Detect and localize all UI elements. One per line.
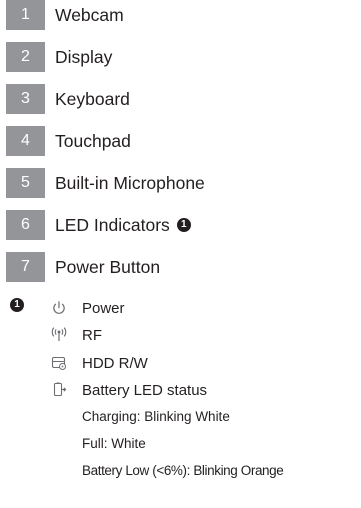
number-badge: 4 bbox=[6, 126, 45, 156]
number-badge: 1 bbox=[6, 0, 45, 30]
indicator-battery: Battery LED status bbox=[50, 380, 207, 400]
indicator-label: HDD R/W bbox=[82, 354, 148, 372]
legend-item-webcam: 1 Webcam bbox=[6, 0, 356, 30]
legend-item-power-button: 7 Power Button bbox=[6, 252, 356, 282]
indicator-label: RF bbox=[82, 326, 102, 344]
legend-item-touchpad: 4 Touchpad bbox=[6, 126, 356, 156]
battery-icon bbox=[50, 381, 68, 399]
legend-label: Power Button bbox=[55, 256, 161, 277]
legend-label: Built-in Microphone bbox=[55, 172, 205, 193]
number-badge: 5 bbox=[6, 168, 45, 198]
legend-label: Keyboard bbox=[55, 88, 130, 109]
legend-list: 1 Webcam 2 Display 3 Keyboard 4 Touchpad… bbox=[6, 0, 356, 294]
indicator-power: Power bbox=[50, 298, 125, 318]
battery-status-full: Full: White bbox=[82, 435, 146, 451]
indicator-label: Battery LED status bbox=[82, 381, 208, 399]
power-icon bbox=[50, 299, 68, 317]
legend-item-built-in-microphone: 5 Built-in Microphone bbox=[6, 168, 356, 198]
indicator-label: Power bbox=[82, 299, 125, 317]
battery-status-charging: Charging: Blinking White bbox=[82, 408, 230, 424]
number-badge: 3 bbox=[6, 84, 45, 114]
number-badge: 6 bbox=[6, 210, 45, 240]
legend-label: Webcam bbox=[55, 4, 124, 25]
hdd-icon bbox=[50, 354, 68, 372]
legend-label-with-marker: LED Indicators 1 bbox=[55, 215, 191, 236]
legend-label: Display bbox=[55, 46, 113, 67]
legend-label: Touchpad bbox=[55, 130, 131, 151]
indicator-hdd: HDD R/W bbox=[50, 353, 148, 373]
rf-antenna-icon bbox=[50, 326, 68, 344]
battery-status-low: Battery Low (<6%): Blinking Orange bbox=[82, 462, 284, 478]
legend-item-keyboard: 3 Keyboard bbox=[6, 84, 356, 114]
legend-item-display: 2 Display bbox=[6, 42, 356, 72]
number-badge: 2 bbox=[6, 42, 45, 72]
number-badge: 7 bbox=[6, 252, 45, 282]
legend-label: LED Indicators bbox=[55, 214, 170, 235]
footnote-marker: 1 bbox=[10, 298, 24, 312]
footnote-marker: 1 bbox=[176, 218, 191, 232]
legend-item-led-indicators: 6 LED Indicators 1 bbox=[6, 210, 356, 240]
indicator-rf: RF bbox=[50, 325, 102, 345]
